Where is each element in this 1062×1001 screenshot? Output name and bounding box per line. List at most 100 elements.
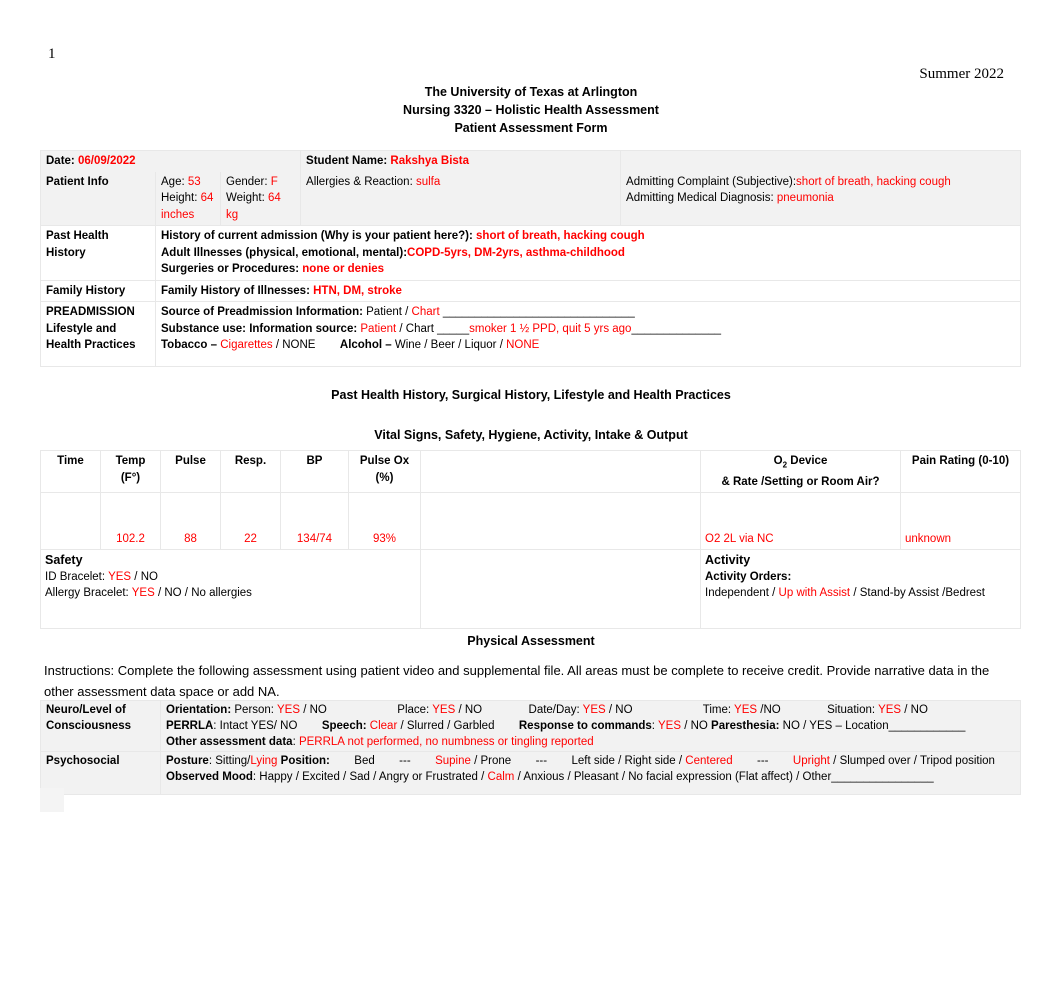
adult-illnesses-label: Adult Illnesses (physical, emotional, me… <box>161 246 408 259</box>
response-to-commands-label: Response to commands <box>518 720 652 732</box>
posture-label: Posture <box>166 755 209 767</box>
date-day-label: Date/Day: <box>528 704 580 716</box>
paresthesia-location: – Location <box>835 720 889 732</box>
position-bed: Bed <box>354 755 375 767</box>
title-line-course: Nursing 3320 – Holistic Health Assessmen… <box>403 103 659 117</box>
vitals-value-resp: 22 <box>220 492 281 551</box>
person-no: NO <box>309 704 327 716</box>
date-day-no: NO <box>615 704 633 716</box>
mood-excited: Excited <box>302 771 340 783</box>
allergy-bracelet-line: Allergy Bracelet: YES / NO / No allergie… <box>45 587 252 600</box>
speech-clear: Clear <box>369 720 398 732</box>
mood-other-blank: ________________ <box>831 771 934 783</box>
family-illnesses-value: HTN, DM, stroke <box>313 284 402 297</box>
id-bracelet-line: ID Bracelet: YES / NO <box>45 570 158 583</box>
neuro-other-line: Other assessment data: PERRLA not perfor… <box>166 736 594 748</box>
tobacco-option-none: NONE <box>282 339 316 351</box>
place-label: Place: <box>397 704 430 716</box>
scan-edge-artifact <box>40 788 64 812</box>
vital-signs-table: Time Temp (F°) Pulse Resp. BP Pulse Ox (… <box>40 449 1021 630</box>
title-line-university: The University of Texas at Arlington <box>424 85 638 99</box>
admitting-complaint-value: short of breath, hacking cough <box>796 175 951 188</box>
position-prone: Prone <box>480 755 512 767</box>
admitting-cell: Admitting Complaint (Subjective):short o… <box>620 171 1022 226</box>
alcohol-option-wine: Wine <box>394 339 422 351</box>
alcohol-label: Alcohol – <box>339 339 392 351</box>
admitting-diagnosis-value: pneumonia <box>776 192 834 204</box>
other-assessment-label: Other assessment data <box>166 736 293 748</box>
age-height-cell: Age: 53 Height: 64 inches <box>155 171 221 226</box>
vitals-value-pain-rating: unknown <box>900 492 1021 551</box>
vitals-header-pulse-ox-line2: (%) <box>375 471 394 484</box>
position-centered: Centered <box>685 755 733 767</box>
alcohol-option-beer: Beer <box>430 339 455 351</box>
allergy-bracelet-no: NO <box>164 587 182 600</box>
table-row: Family History Family History of Illness… <box>40 279 1022 302</box>
vitals-header-pulse: Pulse <box>160 449 221 494</box>
document-title-block: The University of Texas at Arlington Nur… <box>0 83 1062 137</box>
activity-option-independent: Independent <box>705 587 769 600</box>
safety-heading: Safety <box>45 553 83 568</box>
table-row-safety-activity: Safety ID Bracelet: YES / NO Allergy Bra… <box>40 549 1021 630</box>
time-label: Time: <box>702 704 732 716</box>
activity-option-bedrest: Bedrest <box>945 587 986 600</box>
caption-physical-assessment: Physical Assessment <box>467 634 595 648</box>
mood-anxious: Anxious <box>523 771 565 783</box>
vitals-header-bp: BP <box>280 449 349 494</box>
student-name-label: Student Name: <box>306 155 388 167</box>
paresthesia-yes: YES <box>809 720 833 732</box>
vitals-value-time <box>40 492 101 551</box>
date-value: 06/09/2022 <box>77 155 136 167</box>
id-bracelet-label: ID Bracelet: <box>45 570 106 583</box>
gender-value: F <box>270 175 278 188</box>
observed-mood-label: Observed Mood <box>166 771 253 783</box>
psychosocial-posture-line: Posture: Sitting/Lying Position: Bed ---… <box>166 755 995 767</box>
alcohol-option-none: NONE <box>506 339 540 351</box>
admitting-diagnosis-label: Admitting Medical Diagnosis: <box>626 192 774 204</box>
vitals-header-pulse-ox-line1: Pulse Ox <box>359 455 410 467</box>
person-yes: YES <box>277 704 301 716</box>
age-value: 53 <box>187 175 201 188</box>
position-dash-1: --- <box>399 755 411 767</box>
situation-no: NO <box>910 704 928 716</box>
patient-info-table: Date: 06/09/2022 Student Name: Rakshya B… <box>39 150 1022 367</box>
vitals-header-o2-device: O2 Device & Rate /Setting or Room Air? <box>700 449 901 494</box>
gender-label: Gender: <box>226 175 268 188</box>
student-name-cell: Student Name: Rakshya Bista <box>300 150 622 172</box>
substance-option-patient: Patient <box>360 322 397 335</box>
source-option-patient: Patient <box>366 306 402 318</box>
speech-garbled: Garbled <box>453 720 495 732</box>
row-label-preadmission: PREADMISSION Lifestyle and Health Practi… <box>40 301 156 367</box>
term-label: Summer 2022 <box>919 66 1004 82</box>
substance-value: smoker 1 ½ PPD, quit 5 yrs ago <box>469 322 632 335</box>
current-admission-label: History of current admission (Why is you… <box>161 230 473 242</box>
row-label-past-health-history: Past Health History <box>40 225 156 281</box>
source-label: Source of Preadmission Information: <box>161 306 363 318</box>
speech-label-s: S <box>321 720 330 732</box>
alcohol-option-liquor: Liquor <box>464 339 497 351</box>
neuro-perrla-line: PERRLA: Intact YES/ NO Speech: Clear / S… <box>166 720 966 732</box>
perrla-label: PERRLA <box>166 720 214 732</box>
position-upright: Upright <box>792 755 830 767</box>
activity-orders-label: Activity Orders: <box>705 570 792 583</box>
allergies-cell: Allergies & Reaction: sulfa <box>300 171 622 226</box>
paresthesia-no: NO <box>782 720 800 732</box>
activity-cell: Activity Activity Orders: Independent / … <box>700 549 1021 630</box>
assessment-form-page: 1 Summer 2022 The University of Texas at… <box>0 0 1062 1001</box>
table-row: PREADMISSION Lifestyle and Health Practi… <box>40 301 1022 367</box>
surgeries-value: none or denies <box>302 263 385 275</box>
psychosocial-spacer <box>166 785 1015 793</box>
adult-illnesses-value: COPD-5yrs, DM-2yrs, asthma-childhood <box>407 246 625 259</box>
situation-yes: YES <box>878 704 902 716</box>
past-health-history-cell: History of current admission (Why is you… <box>154 225 1022 281</box>
position-tripod: Tripod position <box>919 755 995 767</box>
row-label-family-history: Family History <box>40 279 156 302</box>
vitals-header-temp-line2: (F°) <box>120 471 141 484</box>
position-right-side: Right side <box>624 755 676 767</box>
physical-assessment-table: Neuro/Level of Consciousness Orientation… <box>40 700 1021 795</box>
activity-heading: Activity <box>705 553 751 568</box>
instructions-text: Instructions: Complete the following ass… <box>44 663 990 699</box>
vitals-header-resp: Resp. <box>220 449 281 494</box>
time-no: NO <box>763 704 781 716</box>
safety-cell: Safety ID Bracelet: YES / NO Allergy Bra… <box>40 549 421 630</box>
